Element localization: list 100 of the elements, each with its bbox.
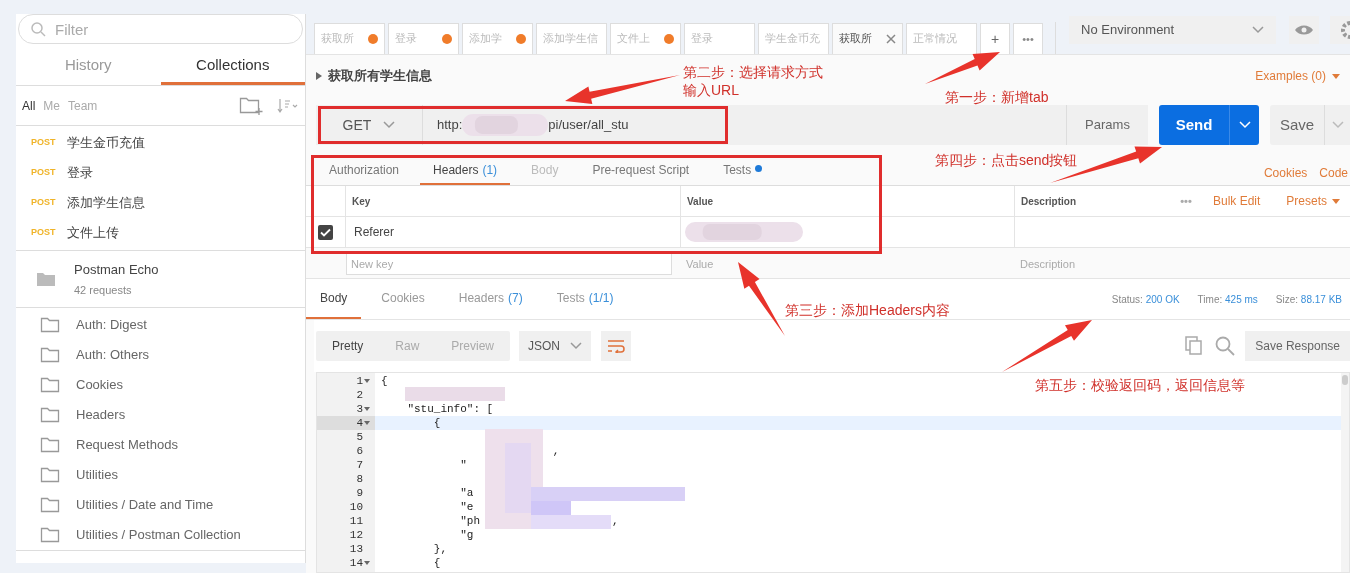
fold-icon[interactable] — [364, 379, 370, 383]
column-header: Description — [1014, 186, 1169, 216]
response-tab[interactable]: Tests (1/1) — [542, 289, 628, 319]
search-icon — [30, 21, 46, 37]
method-label: POST — [31, 226, 55, 240]
section-link[interactable]: Code — [1319, 155, 1348, 185]
settings-button[interactable] — [1330, 16, 1350, 44]
fold-icon[interactable] — [364, 421, 370, 425]
response-stat: Status: 200 OK — [1111, 293, 1180, 307]
expand-icon[interactable] — [316, 72, 322, 80]
filter-field[interactable]: Filter — [18, 14, 303, 44]
code-line: "stu_info": [ — [406, 401, 494, 417]
request-item[interactable]: POST 添加学生信息 — [16, 188, 305, 218]
chevron-down-icon — [1238, 121, 1251, 129]
line-number: 8 — [356, 471, 363, 487]
examples-link[interactable]: Examples (0) — [1255, 67, 1340, 85]
request-section-tab[interactable]: Tests — [710, 155, 776, 185]
sort-icon[interactable] — [277, 97, 299, 114]
response-tab[interactable]: Headers (7) — [444, 289, 537, 319]
folder-item[interactable]: Auth: Digest — [16, 310, 305, 340]
format-dropdown[interactable]: JSON — [519, 331, 592, 361]
code-line: { — [432, 415, 441, 431]
new-folder-icon[interactable] — [239, 95, 265, 116]
chevron-down-icon — [383, 121, 396, 129]
code-line: "ph , — [459, 513, 619, 529]
fold-icon[interactable] — [364, 407, 370, 411]
eye-button[interactable] — [1289, 16, 1319, 44]
line-number: 5 — [356, 429, 363, 445]
line-number: 2 — [356, 387, 363, 403]
more-tabs-button[interactable]: ••• — [1013, 23, 1043, 54]
new-description-field[interactable]: Description — [1014, 253, 1164, 275]
scrollbar-thumb[interactable] — [1342, 375, 1348, 385]
line-number: 6 — [356, 443, 363, 459]
environment-dropdown[interactable]: No Environment — [1069, 16, 1276, 44]
code-line: { — [432, 555, 441, 571]
url-field[interactable]: http: pi/user/all_stu — [423, 105, 1066, 145]
section-link[interactable]: Cookies — [1263, 155, 1308, 185]
presets-dropdown[interactable]: Presets — [1286, 192, 1341, 210]
sidebar-tab[interactable]: History — [16, 48, 161, 85]
folder-item[interactable]: Auth: Others — [16, 340, 305, 370]
response-tab[interactable]: Cookies — [367, 289, 439, 319]
save-button[interactable]: Save — [1270, 105, 1350, 145]
close-icon[interactable] — [886, 34, 896, 44]
response-stat: Time: 425 ms — [1197, 293, 1258, 307]
collection-name: Postman Echo — [74, 260, 159, 279]
copy-icon[interactable] — [1185, 336, 1204, 356]
search-icon[interactable] — [1215, 336, 1236, 356]
request-name: 文件上传 — [67, 224, 119, 243]
request-tab[interactable]: 获取所 — [832, 23, 903, 54]
annotation-note: 第三步：添加Headers内容 — [785, 301, 950, 319]
request-section-tab[interactable]: Authorization — [316, 155, 413, 185]
new-key-field[interactable]: New key — [346, 253, 672, 275]
column-header: Value — [680, 186, 1014, 216]
line-number: 11 — [349, 513, 363, 529]
caret-icon — [1332, 73, 1340, 79]
folder-item[interactable]: Request Methods — [16, 430, 305, 460]
chevron-down-icon — [1252, 26, 1264, 34]
line-number: 7 — [356, 457, 363, 473]
annotation-note: 第五步：校验返回码，返回信息等 — [1035, 376, 1245, 394]
code-line: { — [381, 373, 388, 389]
fold-icon[interactable] — [364, 561, 370, 565]
line-number: 10 — [349, 499, 363, 515]
save-response-button[interactable]: Save Response — [1245, 331, 1350, 361]
new-tab-button[interactable]: + — [980, 23, 1010, 54]
folder-item[interactable]: Cookies — [16, 370, 305, 400]
method-label: POST — [31, 136, 55, 150]
bulk-edit-link[interactable]: Bulk Edit — [1213, 192, 1261, 210]
code-line: "g — [459, 527, 474, 543]
line-number: 12 — [349, 527, 363, 543]
request-item[interactable]: POST 登录 — [16, 158, 305, 188]
request-section-tab[interactable]: Pre-request Script — [579, 155, 703, 185]
folder-item[interactable]: Utilities / Postman Collection — [16, 520, 305, 550]
folder-item[interactable]: Headers — [16, 400, 305, 430]
code-line: "e — [459, 499, 474, 515]
wrap-button[interactable] — [601, 331, 632, 361]
request-item[interactable]: POST 文件上传 — [16, 218, 305, 248]
collection-item[interactable]: Postman Echo 42 requests — [16, 250, 305, 308]
folder-icon — [40, 347, 60, 363]
folder-item[interactable]: Utilities — [16, 460, 305, 490]
column-header: Key — [351, 194, 372, 209]
request-name: 学生金币充值 — [67, 134, 145, 153]
scope-filter[interactable]: All — [22, 96, 36, 115]
new-value-field[interactable]: Value — [680, 253, 980, 275]
line-number: 3 — [356, 401, 363, 417]
folder-icon — [40, 317, 60, 333]
line-number: 4 — [356, 415, 363, 431]
annotation-note: 第一步：新增tab — [945, 88, 1049, 106]
annotation-note: 第四步：点击send按钮 — [935, 151, 1078, 169]
view-mode-tab[interactable]: Pretty — [316, 331, 380, 361]
folder-item[interactable]: Utilities / Date and Time — [16, 490, 305, 520]
method-label: POST — [31, 196, 55, 210]
request-item[interactable]: POST 学生金币充值 — [16, 128, 305, 158]
line-number: 1 — [356, 373, 363, 389]
send-button[interactable]: Send — [1159, 105, 1259, 145]
line-number: 9 — [356, 485, 363, 501]
request-title: 获取所有学生信息 — [328, 67, 432, 86]
folder-icon — [40, 497, 60, 513]
annotation-note: 输入URL — [683, 81, 739, 99]
params-button[interactable]: Params — [1066, 105, 1148, 145]
row-checkbox[interactable] — [318, 224, 333, 240]
